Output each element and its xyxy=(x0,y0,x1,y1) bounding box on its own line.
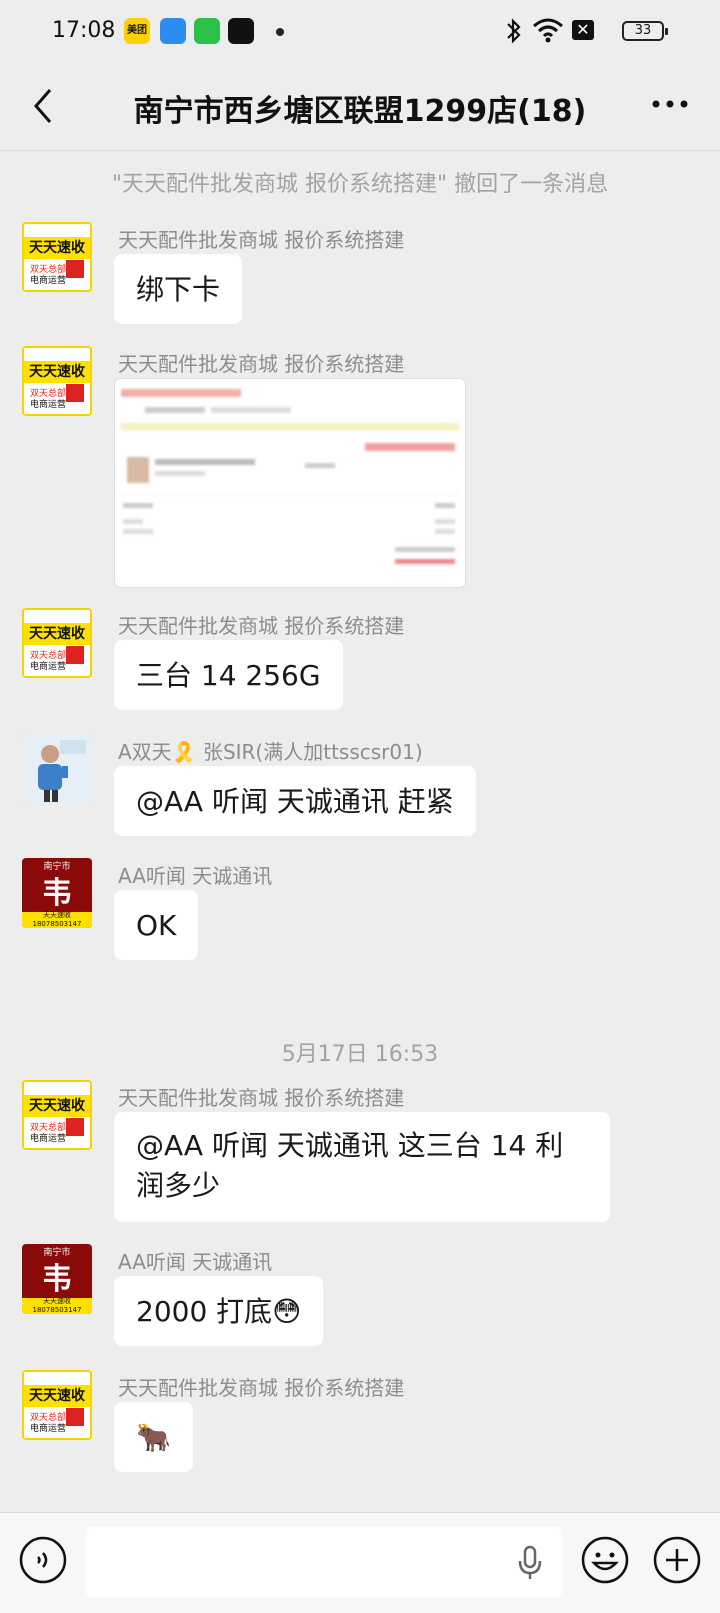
message-bubble[interactable]: 🐂 xyxy=(114,1402,193,1472)
browser-icon xyxy=(160,18,186,44)
more-icon[interactable] xyxy=(650,92,690,116)
sender-name: 天天配件批发商城 报价系统搭建 xyxy=(118,352,405,376)
status-time: 17:08 xyxy=(52,18,116,43)
wifi-icon xyxy=(533,18,563,43)
chat-header: 南宁市西乡塘区联盟1299店(18) xyxy=(0,62,720,151)
chat-title: 南宁市西乡塘区联盟1299店(18) xyxy=(133,94,587,129)
message-bubble[interactable]: 2000 打底😳 xyxy=(114,1276,324,1346)
sender-name: AA听闻 天诚通讯 xyxy=(118,1250,273,1274)
sender-name: A双天🎗️ 张SIR(满人加ttsscsr01) xyxy=(118,740,423,764)
bubble-line: @AA 听闻 天诚通讯 这三台 14 利 xyxy=(136,1129,564,1162)
sender-name: AA听闻 天诚通讯 xyxy=(118,864,273,888)
sender-name: 天天配件批发商城 报价系统搭建 xyxy=(118,1376,405,1400)
microphone-icon[interactable] xyxy=(516,1545,544,1581)
avatar[interactable]: 南宁市 韦 天天速收 18078503147 xyxy=(22,858,92,928)
notification-dot xyxy=(276,28,284,36)
bluetooth-icon xyxy=(507,18,521,44)
avatar[interactable]: 天天速收 双天总部 电商运营 xyxy=(22,346,92,416)
signal-off-icon: ✕ xyxy=(572,20,594,40)
timestamp: 5月17日 16:53 xyxy=(281,1042,439,1067)
voice-icon[interactable] xyxy=(18,1535,68,1585)
image-message[interactable] xyxy=(114,378,466,588)
message-bubble[interactable]: 三台 14 256G xyxy=(114,640,343,710)
avatar[interactable]: 天天速收 双天总部 电商运营 xyxy=(22,222,92,292)
avatar[interactable]: 天天速收 双天总部 电商运营 xyxy=(22,1080,92,1150)
message-bubble[interactable]: OK xyxy=(114,890,199,960)
input-bar xyxy=(0,1512,720,1613)
avatar[interactable]: 南宁市 韦 天天速收 18078503147 xyxy=(22,1244,92,1314)
bubble-line: 润多少 xyxy=(136,1169,221,1202)
recall-notice: "天天配件批发商城 报价系统搭建" 撤回了一条消息 xyxy=(111,172,609,197)
battery-indicator: 33 xyxy=(622,21,668,41)
back-icon[interactable] xyxy=(26,86,62,126)
avatar[interactable] xyxy=(22,734,92,804)
avatar[interactable]: 天天速收 双天总部 电商运营 xyxy=(22,608,92,678)
calculator-icon xyxy=(194,18,220,44)
status-bar: 17:08 美团 ✕ 33 xyxy=(0,0,720,62)
message-bubble[interactable]: @AA 听闻 天诚通讯 赶紧 xyxy=(114,766,476,836)
plus-icon[interactable] xyxy=(652,1535,702,1585)
message-bubble[interactable]: @AA 听闻 天诚通讯 这三台 14 利 润多少 xyxy=(114,1112,610,1222)
sender-name: 天天配件批发商城 报价系统搭建 xyxy=(118,228,405,252)
message-input[interactable] xyxy=(86,1527,562,1597)
message-bubble[interactable]: 绑下卡 xyxy=(114,254,243,324)
avatar[interactable]: 天天速收 双天总部 电商运营 xyxy=(22,1370,92,1440)
tiktok-icon xyxy=(228,18,254,44)
emoji-icon[interactable] xyxy=(580,1535,630,1585)
sender-name: 天天配件批发商城 报价系统搭建 xyxy=(118,614,405,638)
meituan-icon: 美团 xyxy=(124,18,150,44)
sender-name: 天天配件批发商城 报价系统搭建 xyxy=(118,1086,405,1110)
